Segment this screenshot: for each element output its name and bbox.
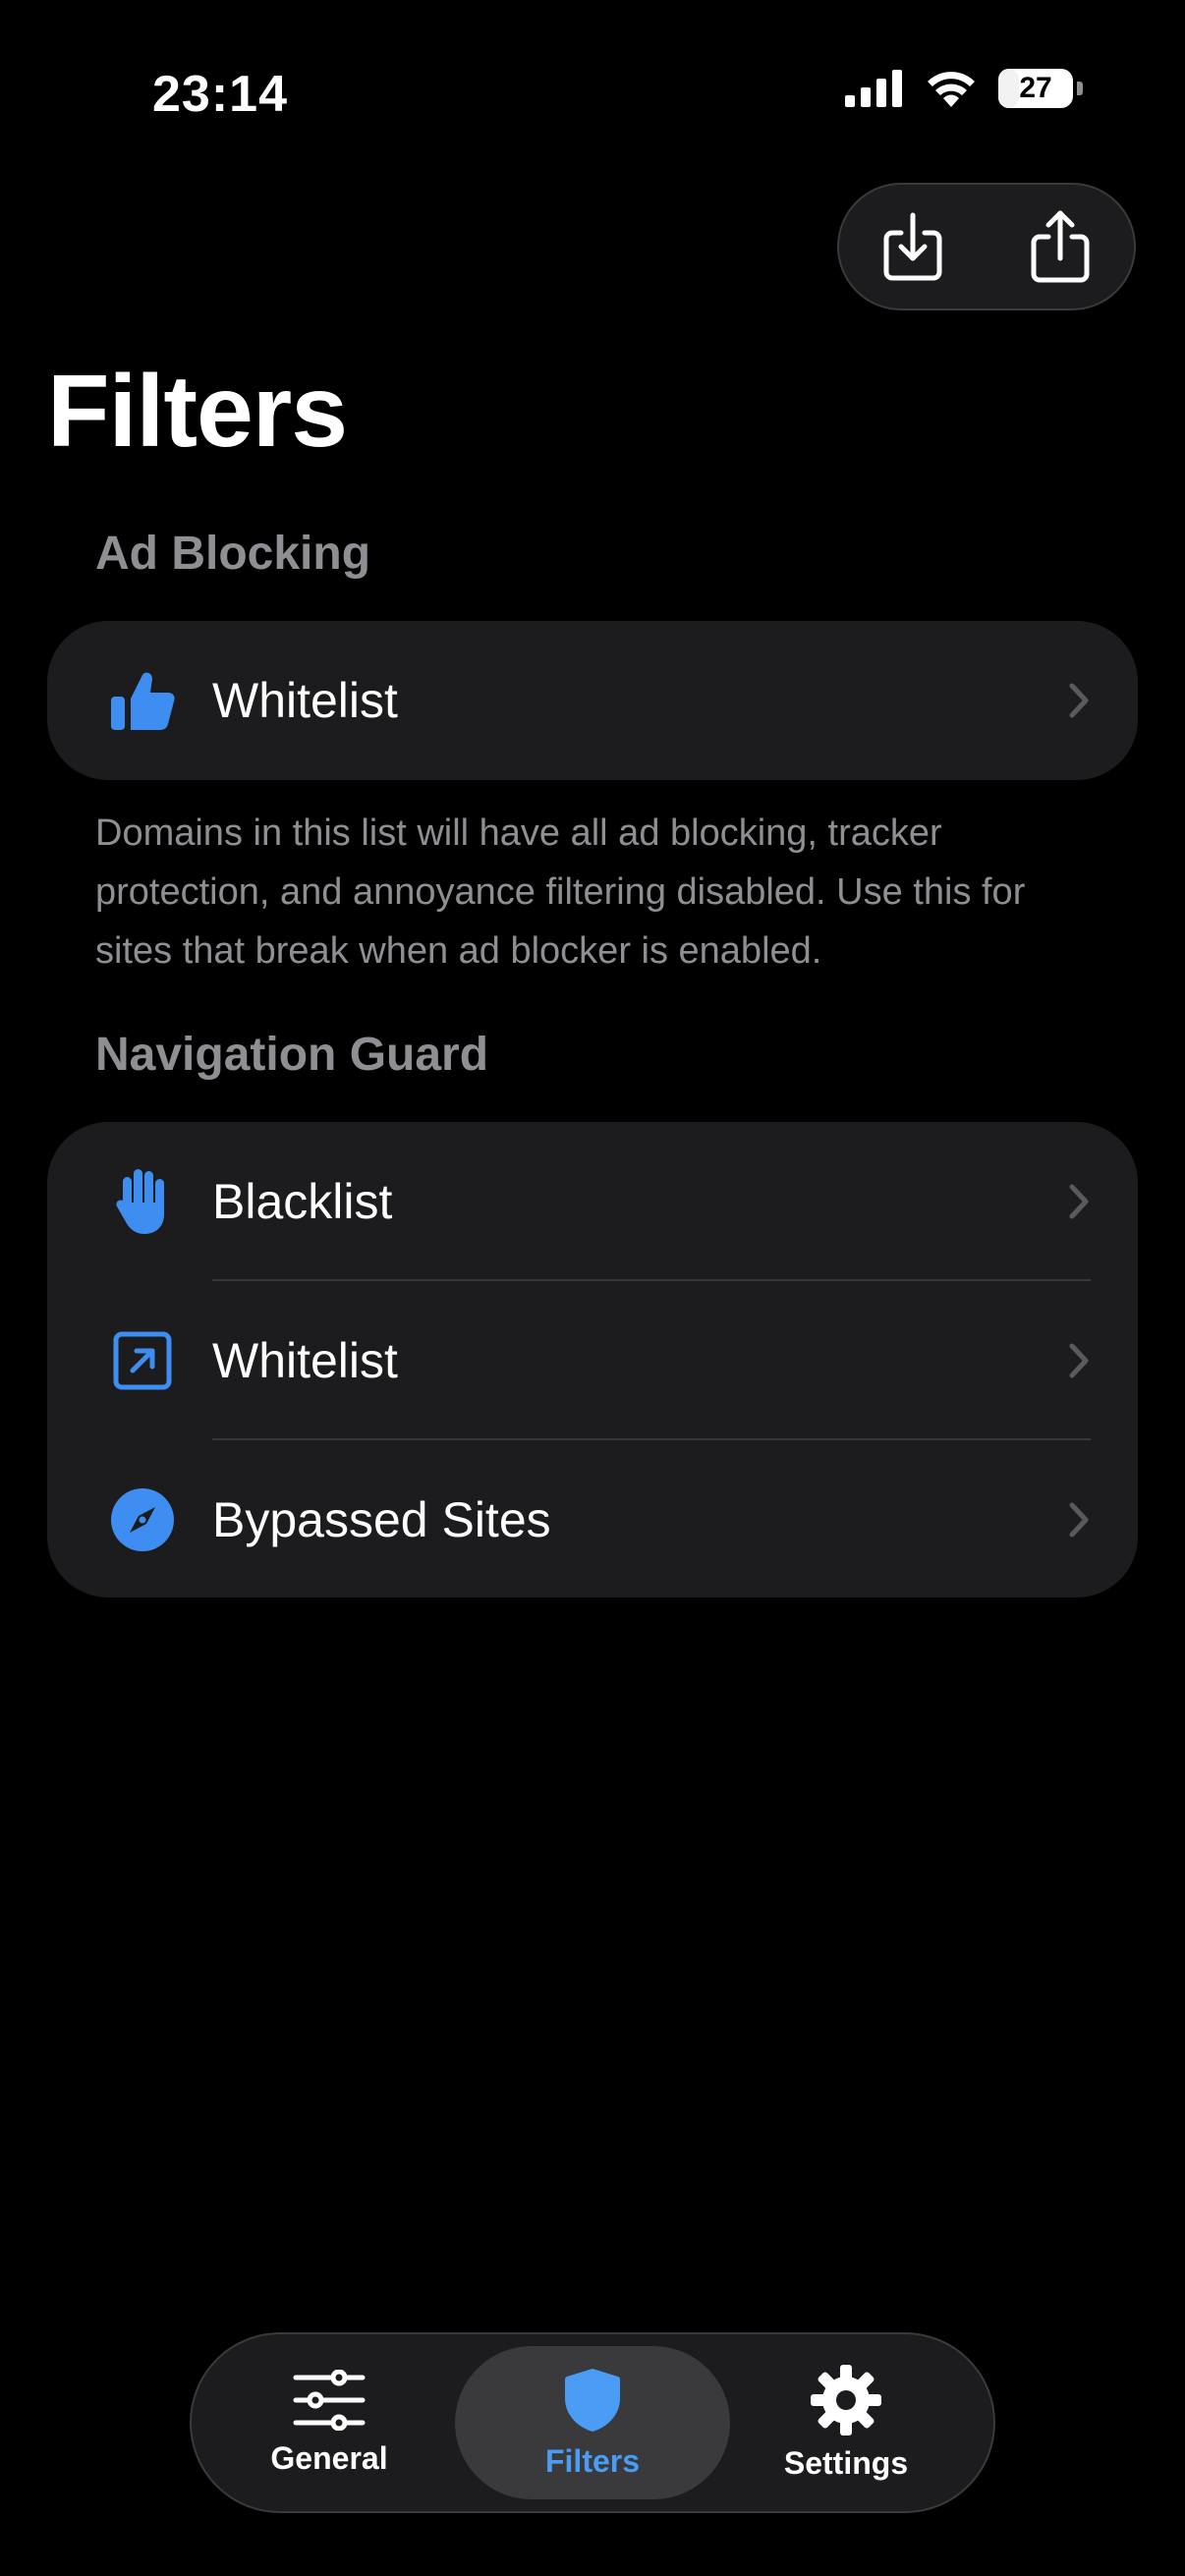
ad-blocking-whitelist-row[interactable]: Whitelist <box>47 621 1138 780</box>
hand-raised-icon <box>108 1167 177 1236</box>
compass-icon <box>108 1485 177 1554</box>
cellular-signal-icon <box>845 70 902 107</box>
status-icons: 27 <box>845 69 1083 108</box>
navigation-guard-blacklist-row[interactable]: Blacklist <box>47 1122 1138 1281</box>
chevron-right-icon <box>1069 1184 1089 1219</box>
gear-icon <box>811 2364 881 2436</box>
tab-general[interactable]: General <box>192 2346 467 2499</box>
chevron-right-icon <box>1069 1343 1089 1378</box>
shield-icon <box>565 2368 620 2432</box>
row-label: Whitelist <box>212 673 398 728</box>
chevron-right-icon <box>1069 1502 1089 1538</box>
import-button[interactable] <box>854 188 972 306</box>
row-label: Blacklist <box>212 1174 393 1229</box>
tab-label: Settings <box>783 2444 909 2481</box>
tab-filters[interactable]: Filters <box>455 2346 730 2499</box>
ad-blocking-footer-note: Domains in this list will have all ad bl… <box>95 812 1026 972</box>
battery-percentage: 27 <box>1019 72 1052 104</box>
tab-label: Filters <box>544 2442 641 2479</box>
tab-label: General <box>270 2439 388 2476</box>
tab-bar: General Filters Settings <box>190 2332 995 2513</box>
navigation-guard-card: Blacklist Whitelist Bypassed Sites <box>47 1122 1138 1597</box>
import-icon <box>883 212 942 281</box>
navigation-guard-bypassed-sites-row[interactable]: Bypassed Sites <box>47 1440 1138 1597</box>
tab-settings[interactable]: Settings <box>708 2346 984 2499</box>
sliders-icon <box>293 2369 366 2431</box>
header-actions <box>837 183 1136 310</box>
arrow-up-right-square-icon <box>108 1326 177 1395</box>
status-time: 23:14 <box>152 66 288 123</box>
row-label: Bypassed Sites <box>212 1492 551 1547</box>
page-title: Filters <box>47 355 348 469</box>
battery-fill <box>998 69 1019 108</box>
share-button[interactable] <box>1001 188 1119 306</box>
thumbs-up-icon <box>108 666 177 735</box>
navigation-guard-whitelist-row[interactable]: Whitelist <box>47 1281 1138 1440</box>
section-header-ad-blocking: Ad Blocking <box>95 528 371 580</box>
share-icon <box>1031 210 1090 283</box>
section-header-navigation-guard: Navigation Guard <box>95 1029 489 1081</box>
battery-indicator: 27 <box>998 69 1073 108</box>
wifi-icon <box>928 72 975 107</box>
row-label: Whitelist <box>212 1333 398 1388</box>
chevron-right-icon <box>1069 683 1089 718</box>
ad-blocking-card: Whitelist <box>47 621 1138 780</box>
